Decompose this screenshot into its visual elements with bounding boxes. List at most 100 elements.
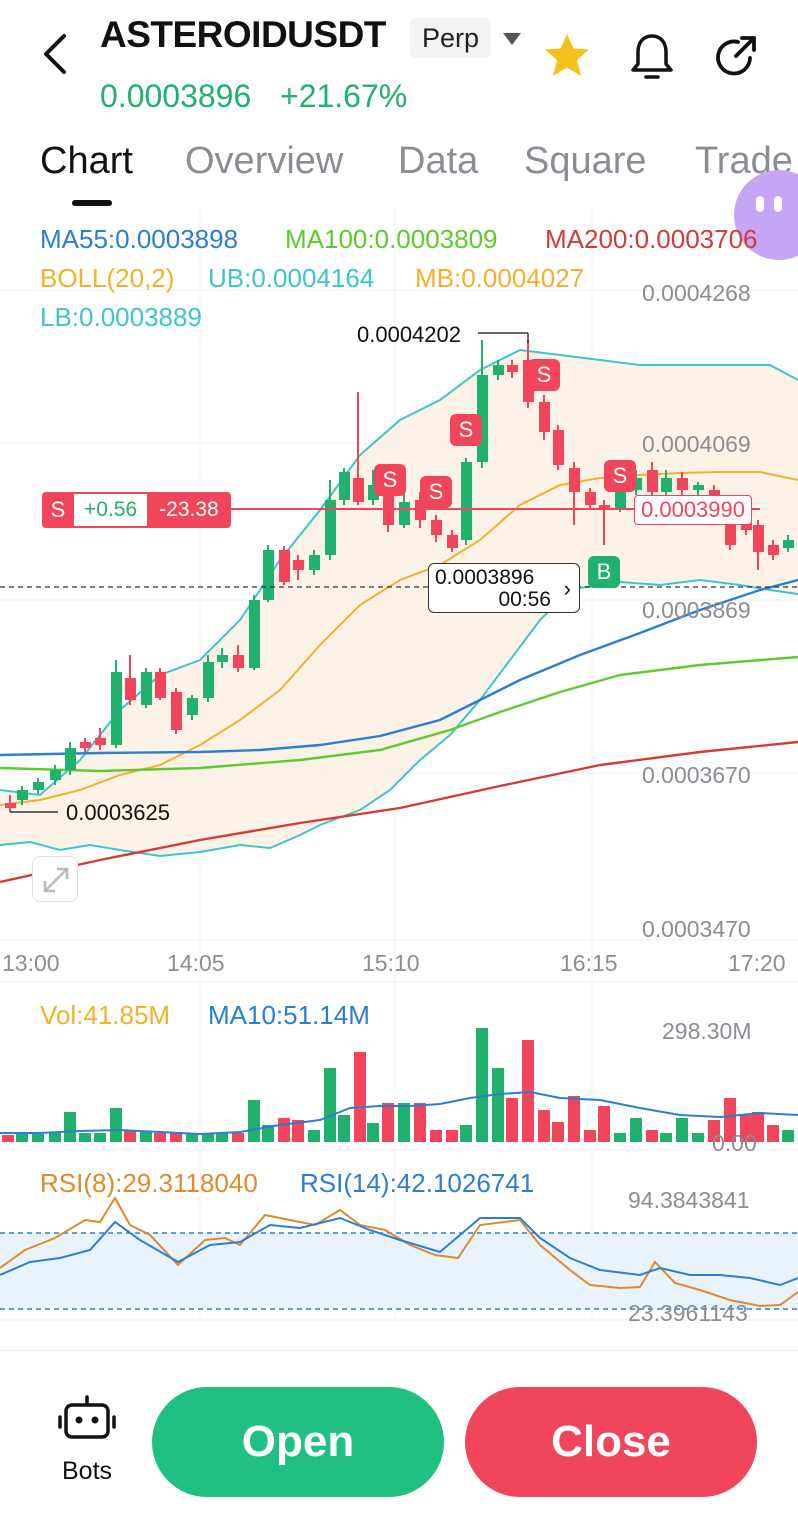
volume-bar bbox=[460, 1125, 472, 1142]
volume-bar bbox=[79, 1133, 91, 1142]
volume-bar bbox=[94, 1133, 106, 1142]
volume-bar bbox=[216, 1133, 228, 1142]
candle-body bbox=[353, 478, 364, 502]
boll-lb-legend: LB:0.0003889 bbox=[40, 302, 202, 332]
candle-body bbox=[80, 742, 91, 748]
volume-bar bbox=[630, 1118, 642, 1142]
candle-body bbox=[17, 790, 28, 800]
volume-bar bbox=[32, 1134, 44, 1142]
candle-body bbox=[233, 655, 244, 668]
star-icon[interactable] bbox=[540, 30, 594, 82]
volume-legend: Vol:41.85M bbox=[40, 1000, 171, 1030]
candle-body bbox=[171, 692, 182, 730]
price-axis-label: 0.0003869 bbox=[642, 597, 751, 623]
tab-data[interactable]: Data bbox=[398, 140, 478, 183]
volume-bar bbox=[382, 1103, 394, 1142]
price-axis-label: 0.0003670 bbox=[642, 762, 751, 788]
candle-body bbox=[309, 555, 320, 570]
volume-bar bbox=[414, 1103, 426, 1142]
bots-button[interactable]: Bots bbox=[50, 1393, 124, 1489]
volume-min-label: 0.00 bbox=[712, 1130, 757, 1156]
tab-square[interactable]: Square bbox=[524, 140, 647, 183]
tab-chart[interactable]: Chart bbox=[40, 140, 133, 183]
tab-overview[interactable]: Overview bbox=[185, 140, 343, 183]
time-axis-label: 14:05 bbox=[167, 950, 225, 976]
candle-body bbox=[339, 472, 350, 500]
sell-marker[interactable]: S bbox=[374, 464, 406, 496]
candle-body bbox=[461, 462, 472, 540]
candle-body bbox=[431, 520, 442, 535]
position-pnl: -23.38 bbox=[147, 492, 231, 528]
volume-bar bbox=[49, 1133, 61, 1142]
bots-label: Bots bbox=[61, 1457, 113, 1485]
contract-type-badge[interactable]: Perp bbox=[410, 18, 492, 58]
volume-bar bbox=[2, 1135, 14, 1142]
rsi14-legend: RSI(14):42.1026741 bbox=[300, 1168, 535, 1198]
volume-bar bbox=[140, 1132, 152, 1142]
open-button[interactable]: Open bbox=[152, 1387, 444, 1497]
volume-bar bbox=[692, 1133, 704, 1142]
candle-body bbox=[661, 478, 672, 492]
rsi8-legend: RSI(8):29.3118040 bbox=[40, 1168, 258, 1198]
candle-body bbox=[50, 770, 61, 780]
last-price-box[interactable]: 0.0003896 00:56 › bbox=[428, 563, 580, 613]
sell-marker[interactable]: S bbox=[604, 460, 636, 492]
volume-bar bbox=[676, 1118, 688, 1142]
bell-icon[interactable] bbox=[628, 30, 676, 82]
candle-body bbox=[141, 672, 152, 705]
close-button[interactable]: Close bbox=[465, 1387, 757, 1497]
chart-panel[interactable]: MA55:0.0003898 MA100:0.0003809 MA200:0.0… bbox=[0, 210, 798, 1350]
volume-max-label: 298.30M bbox=[662, 1018, 752, 1044]
candle-body bbox=[125, 678, 136, 700]
candle-body bbox=[65, 748, 76, 770]
candle-body bbox=[263, 550, 274, 600]
candle-body bbox=[647, 470, 658, 492]
candle-body bbox=[507, 365, 518, 372]
sell-marker[interactable]: S bbox=[420, 476, 452, 508]
volume-bar bbox=[367, 1123, 379, 1142]
candle-body bbox=[753, 525, 764, 552]
boll-mb-legend: MB:0.0004027 bbox=[415, 263, 585, 293]
time-axis-label: 13:00 bbox=[2, 950, 60, 976]
volume-bar bbox=[170, 1133, 182, 1142]
candle-body bbox=[279, 550, 290, 582]
volume-bar bbox=[124, 1130, 136, 1142]
volume-bar bbox=[598, 1106, 610, 1142]
volume-bar bbox=[446, 1130, 458, 1142]
low-price-label: 0.0003625 bbox=[66, 800, 170, 825]
expand-chart-icon[interactable] bbox=[32, 856, 78, 902]
rsi-min-label: 23.3961143 bbox=[628, 1300, 748, 1326]
volume-bar bbox=[324, 1068, 336, 1142]
last-price-value: 0.0003896 bbox=[435, 566, 535, 589]
chevron-right-icon: › bbox=[563, 576, 571, 601]
symbol-title[interactable]: ASTEROIDUSDT bbox=[100, 14, 386, 56]
share-icon[interactable] bbox=[710, 30, 762, 82]
volume-bar bbox=[568, 1096, 580, 1142]
volume-bar bbox=[64, 1112, 76, 1142]
back-arrow-icon[interactable] bbox=[34, 28, 78, 80]
position-qty: +0.56 bbox=[74, 492, 148, 528]
entry-price-tag: 0.0003990 bbox=[634, 495, 752, 525]
active-tab-indicator bbox=[72, 200, 112, 206]
buy-marker[interactable]: B bbox=[588, 556, 620, 588]
caret-down-icon[interactable] bbox=[500, 30, 524, 48]
price-axis-label: 0.0004069 bbox=[642, 431, 751, 457]
volume-bar bbox=[506, 1098, 518, 1142]
price-axis-label: 0.0003470 bbox=[642, 916, 751, 942]
volume-bar bbox=[492, 1068, 504, 1142]
price-change-percent: +21.67% bbox=[280, 78, 408, 114]
sell-marker[interactable]: S bbox=[528, 359, 560, 391]
candle-body bbox=[553, 430, 564, 465]
position-tag[interactable]: S +0.56 -23.38 bbox=[42, 492, 231, 528]
high-price-label: 0.0004202 bbox=[357, 322, 461, 347]
sell-marker[interactable]: S bbox=[450, 414, 482, 446]
candle-body bbox=[155, 672, 166, 698]
volume-bar bbox=[398, 1103, 410, 1142]
ma55-legend: MA55:0.0003898 bbox=[40, 224, 239, 254]
candle-body bbox=[539, 402, 550, 432]
candle-body bbox=[293, 560, 304, 570]
volume-bar bbox=[232, 1133, 244, 1142]
robot-icon bbox=[58, 1395, 116, 1439]
candle-body bbox=[493, 365, 504, 375]
ma100-legend: MA100:0.0003809 bbox=[285, 224, 498, 254]
